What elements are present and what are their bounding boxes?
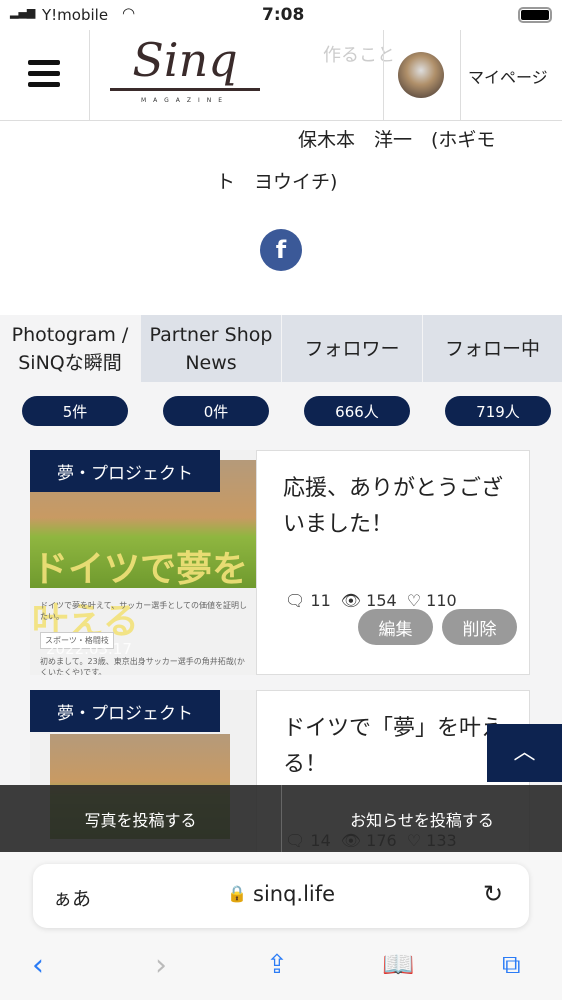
bookmarks-icon[interactable]: 📖 bbox=[382, 950, 414, 980]
clock: 7:08 bbox=[262, 5, 305, 25]
tab-following[interactable]: フォロー中 bbox=[423, 315, 562, 382]
carrier: Y!mobile bbox=[42, 6, 109, 24]
delete-button[interactable]: 削除 bbox=[442, 609, 517, 645]
edit-button[interactable]: 編集 bbox=[358, 609, 433, 645]
post-photo-button[interactable]: 写真を投稿する bbox=[0, 785, 281, 852]
status-bar: ▂▄▆ Y!mobile ◠ 7:08 bbox=[0, 0, 562, 30]
logo[interactable]: Sinq MAGAZINE bbox=[110, 32, 260, 104]
profile-name: 保木本 洋一 (ホギモ bbox=[298, 129, 496, 151]
tab-followers[interactable]: フォロワー bbox=[282, 315, 422, 382]
chevron-up-icon: ︿ bbox=[513, 740, 536, 765]
site-header: Sinq MAGAZINE 作ること マイページ bbox=[0, 30, 562, 121]
share-icon[interactable]: ⇪ bbox=[266, 950, 288, 980]
category-label: 夢・プロジェクト bbox=[30, 690, 220, 732]
lock-icon: 🔒 bbox=[227, 884, 247, 903]
hamburger-menu-icon[interactable] bbox=[28, 60, 60, 87]
post-title[interactable]: 応援、ありがとうございました！ bbox=[283, 471, 523, 543]
tabs-icon[interactable]: ⧉ bbox=[502, 950, 521, 981]
battery-icon bbox=[518, 7, 552, 23]
ghost-text: 作ること bbox=[323, 45, 395, 66]
address-bar[interactable]: ぁあ 🔒 sinq.life ↻ bbox=[33, 864, 529, 928]
action-bar: 写真を投稿する お知らせを投稿する bbox=[0, 785, 562, 852]
post-stats: 🗨 11 👁 154 ♡ 110 bbox=[285, 591, 457, 610]
comment-icon: 🗨 bbox=[285, 591, 306, 610]
tab-photogram[interactable]: Photogram / SiNQな瞬間 bbox=[0, 315, 140, 382]
back-icon[interactable]: ‹ bbox=[32, 948, 44, 983]
scroll-top-button[interactable]: ︿ bbox=[487, 724, 562, 782]
post-card[interactable]: ドイツで夢を叶える 夢・プロジェクト ドイツで夢を叶えて、サッカー選手としての価… bbox=[30, 450, 530, 675]
category-label: 夢・プロジェクト bbox=[30, 450, 220, 492]
url-text[interactable]: sinq.life bbox=[253, 882, 335, 906]
facebook-icon[interactable]: f bbox=[260, 229, 302, 271]
mypage-link[interactable]: マイページ bbox=[468, 64, 548, 88]
wifi-icon: ◠ bbox=[122, 4, 136, 22]
eye-icon: 👁 bbox=[340, 591, 362, 610]
post-thumbnail[interactable]: ドイツで夢を叶える 夢・プロジェクト ドイツで夢を叶えて、サッカー選手としての価… bbox=[30, 450, 256, 675]
signal-icon: ▂▄▆ bbox=[10, 6, 36, 19]
count-badge: 0件 bbox=[163, 396, 269, 426]
reload-icon[interactable]: ↻ bbox=[483, 880, 503, 908]
forward-icon[interactable]: › bbox=[155, 948, 167, 983]
browser-chrome: ぁあ 🔒 sinq.life ↻ ‹ › ⇪ 📖 ⧉ bbox=[0, 852, 562, 1000]
profile-name-kana: ト ヨウイチ) bbox=[216, 171, 338, 193]
heart-icon: ♡ bbox=[406, 591, 422, 610]
count-badge: 719人 bbox=[445, 396, 551, 426]
tab-partner-shop-news[interactable]: Partner Shop News bbox=[141, 315, 281, 382]
reader-options-button[interactable]: ぁあ bbox=[53, 884, 91, 911]
count-badge: 5件 bbox=[22, 396, 128, 426]
post-news-button[interactable]: お知らせを投稿する bbox=[282, 785, 562, 852]
avatar[interactable] bbox=[398, 52, 444, 98]
count-badge: 666人 bbox=[304, 396, 410, 426]
profile-section: 保木本 洋一 (ホギモ ト ヨウイチ) f bbox=[0, 121, 562, 315]
